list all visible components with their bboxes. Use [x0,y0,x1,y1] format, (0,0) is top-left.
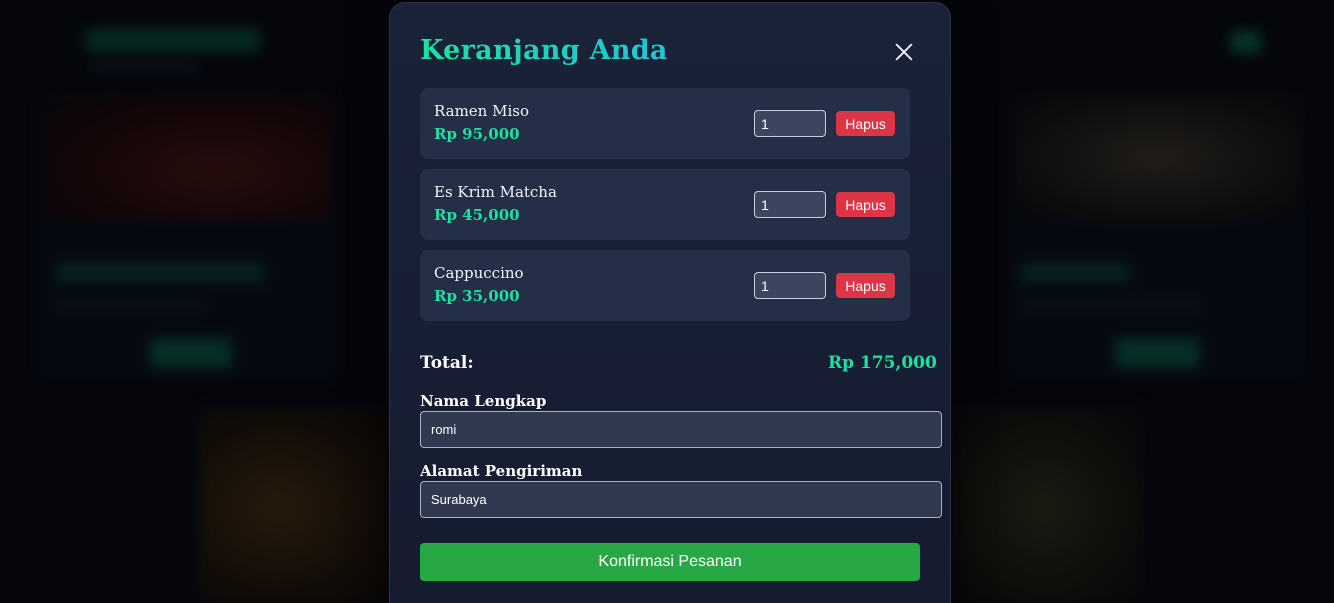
item-price: Rp 95,000 [434,125,520,143]
cart-item: Es Krim Matcha Rp 45,000 Hapus [420,169,910,240]
remove-button[interactable]: Hapus [836,273,895,298]
name-label: Nama Lengkap [420,392,547,410]
item-name: Ramen Miso [434,102,529,120]
modal-title: Keranjang Anda [420,35,668,66]
cart-item: Cappuccino Rp 35,000 Hapus [420,250,910,321]
quantity-input[interactable] [754,272,826,299]
close-icon[interactable] [890,39,918,67]
total-value: Rp 175,000 [828,353,937,373]
item-price: Rp 45,000 [434,206,520,224]
item-name: Es Krim Matcha [434,183,557,201]
quantity-input[interactable] [754,191,826,218]
item-name: Cappuccino [434,264,524,282]
name-field[interactable] [420,411,942,448]
total-label: Total: [420,353,474,373]
address-field[interactable] [420,481,942,518]
item-price: Rp 35,000 [434,287,520,305]
address-label: Alamat Pengiriman [420,462,583,480]
cart-modal: Keranjang Anda Ramen Miso Rp 95,000 Hapu… [389,2,951,603]
remove-button[interactable]: Hapus [836,111,895,136]
remove-button[interactable]: Hapus [836,192,895,217]
confirm-order-button[interactable]: Konfirmasi Pesanan [420,543,920,581]
quantity-input[interactable] [754,110,826,137]
cart-item: Ramen Miso Rp 95,000 Hapus [420,88,910,159]
